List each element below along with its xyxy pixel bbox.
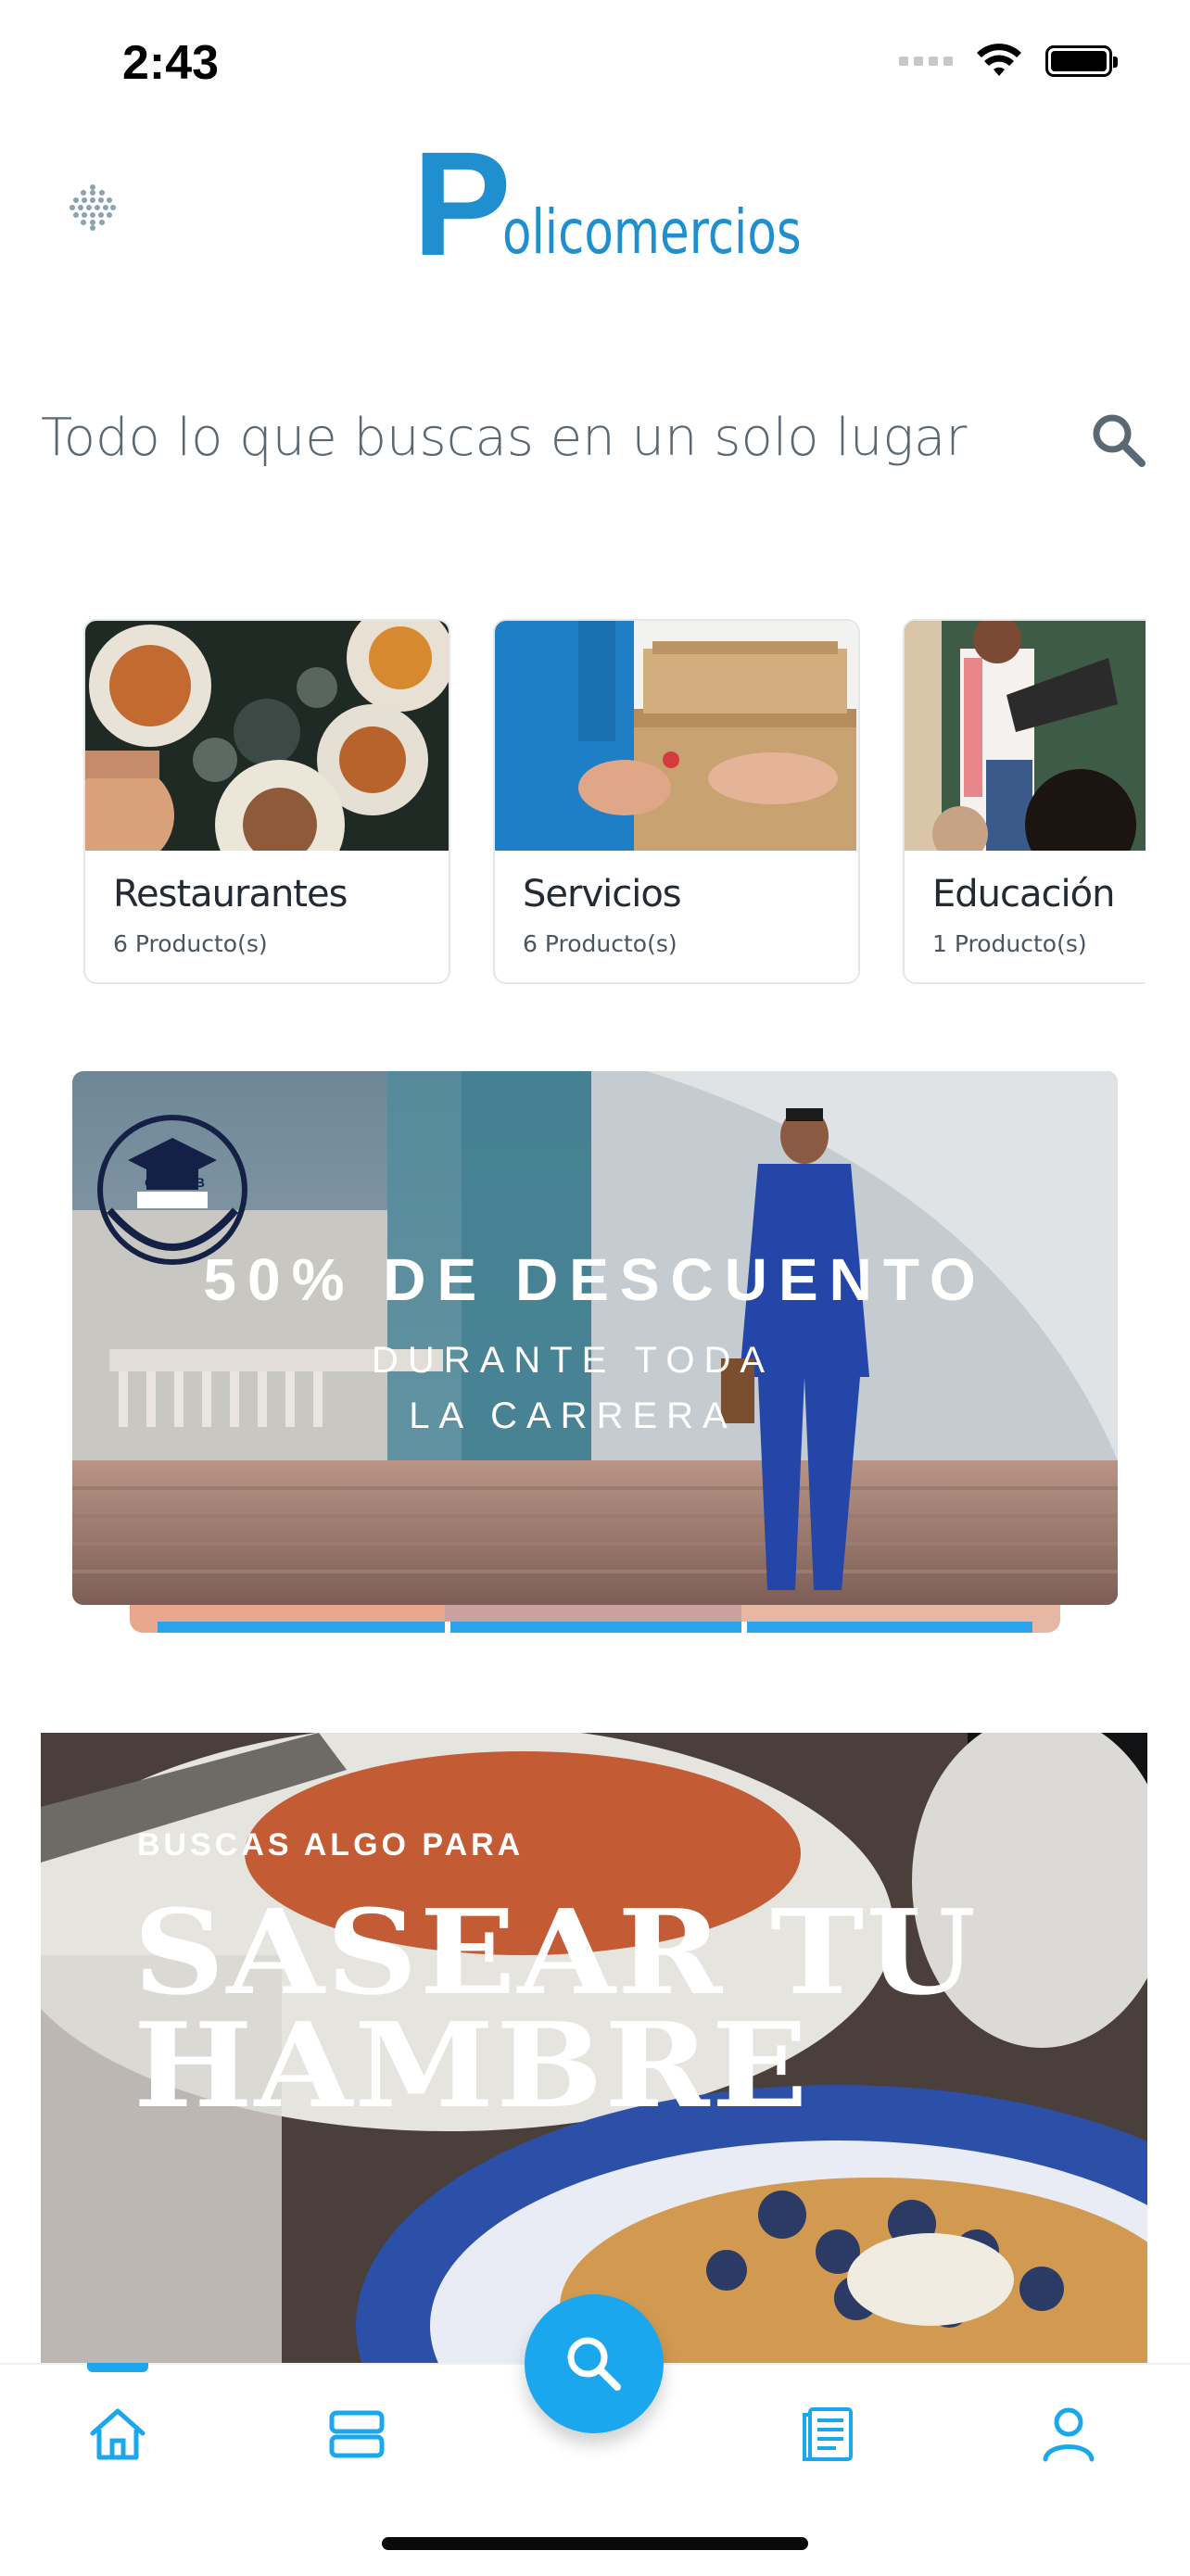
search-bar[interactable]: Todo lo que buscas en un solo lugar [41,398,1149,482]
tab-orders[interactable] [788,2393,871,2476]
category-card-restaurantes[interactable]: Restaurantes 6 Producto(s) [83,619,450,984]
banner-food-kicker: BUSCAS ALGO PARA [137,1827,525,1863]
seal-label: CEPROB [145,1175,206,1190]
logo-text: olicomercios [501,196,802,268]
home-icon [90,2408,146,2460]
category-image-restaurantes [85,621,449,851]
banner-food-promo[interactable]: BUSCAS ALGO PARA SASEAR TU HAMBRE [41,1733,1147,2363]
banner-education-subtitle: DURANTE TODA LA CARRERA [371,1340,775,1436]
category-count: 6 Producto(s) [523,930,677,957]
category-carousel[interactable]: Restaurantes 6 Producto(s) Servicios 6 P… [83,619,1146,986]
document-icon [803,2407,853,2461]
list-icon [329,2410,385,2458]
search-input[interactable]: Todo lo que buscas en un solo lugar [41,408,967,468]
active-tab-indicator [87,2363,148,2372]
category-card-educacion[interactable]: Educación 1 Producto(s) [903,619,1146,984]
logo-initial: P [412,120,512,286]
wifi-icon [977,44,1021,76]
search-fab-button[interactable] [525,2294,664,2433]
category-image-servicios [495,621,858,851]
category-count: 1 Producto(s) [932,930,1087,957]
search-icon[interactable] [1088,410,1149,471]
category-name: Educación [932,873,1115,915]
home-indicator [382,2537,808,2550]
category-card-servicios[interactable]: Servicios 6 Producto(s) [493,619,860,984]
banner-food-headline-line2: HAMBRE [133,1997,810,2134]
menu-dots-icon[interactable] [67,182,119,234]
banner-education-title: 50% DE DESCUENTO [203,1246,987,1313]
app-logo: P olicomercios [412,120,885,286]
banner-food-headline-line1: SASEAR TU [133,1884,979,2021]
category-name: Servicios [523,873,682,915]
category-image-educacion [905,621,1146,851]
tab-categories[interactable] [315,2393,399,2476]
cellular-signal-icon [899,57,953,66]
category-name: Restaurantes [113,873,348,915]
category-count: 6 Producto(s) [113,930,268,957]
status-icons [899,43,1118,80]
battery-icon [1045,45,1118,77]
tab-profile[interactable] [1027,2393,1110,2476]
tab-home[interactable] [76,2393,159,2476]
banner-food-headline: SASEAR TU HAMBRE [133,1884,1134,2134]
banner-education-promo[interactable]: CEPROB 50% DE DESCUENTO DURANTE TODA LA … [72,1071,1118,1605]
status-time: 2:43 [122,36,220,90]
user-icon [1043,2407,1095,2462]
search-icon [567,2337,621,2391]
